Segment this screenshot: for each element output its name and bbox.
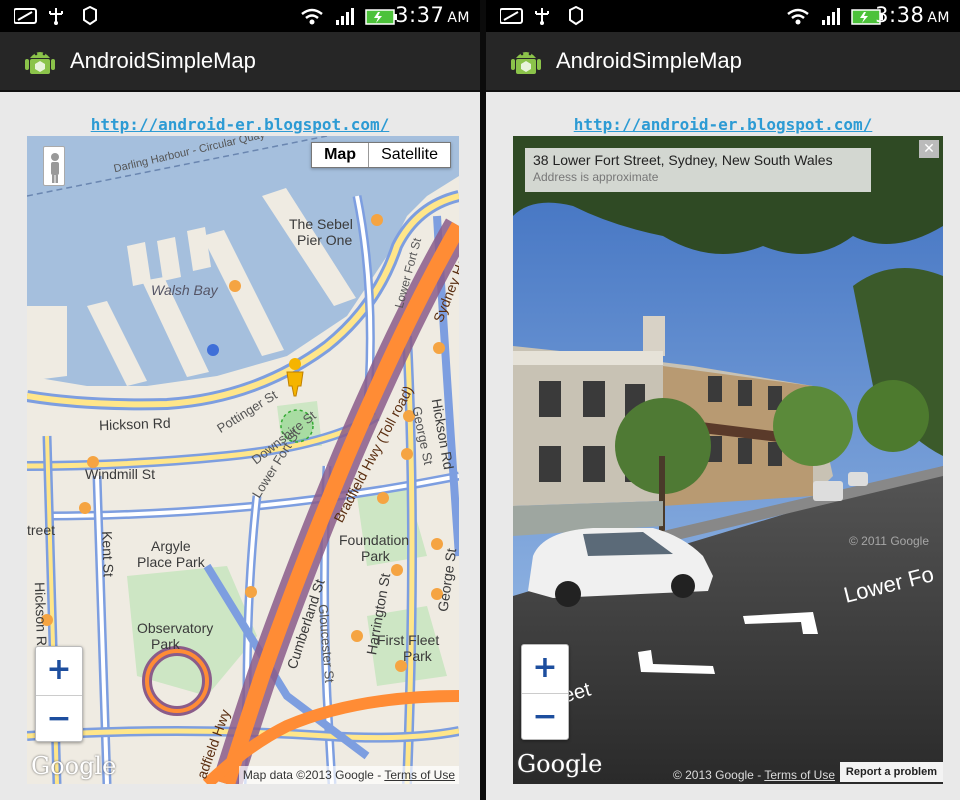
- android-app-icon: [511, 52, 541, 74]
- report-problem-button[interactable]: Report a problem: [839, 762, 943, 782]
- street-view-attribution: © 2013 Google - Terms of Use: [672, 768, 835, 782]
- left-phone-screen: 3:37 AM AndroidSimpleMap http://android-e…: [0, 0, 480, 800]
- map-label: Park: [361, 548, 390, 564]
- status-bar: 3:38 AM: [486, 0, 960, 32]
- map-canvas: [27, 136, 459, 784]
- android-app-icon: [25, 52, 55, 74]
- app-title: AndroidSimpleMap: [556, 48, 742, 73]
- map-label: Windmill St: [85, 466, 156, 482]
- map-type-map-button[interactable]: Map: [312, 143, 370, 167]
- map-label: Observatory: [137, 620, 214, 636]
- map-label: Hickson R: [31, 581, 51, 647]
- map-label: The Sebel: [289, 216, 353, 232]
- status-system-icons: [787, 8, 883, 25]
- address-text: 38 Lower Fort Street, Sydney, New South …: [533, 152, 833, 168]
- status-clock: 3:38 AM: [875, 3, 950, 27]
- map-label: First Fleet: [377, 632, 440, 648]
- status-bar: 3:37 AM: [0, 0, 480, 32]
- map-label: Park: [403, 648, 432, 664]
- blog-link[interactable]: http://android-er.blogspot.com/: [0, 115, 480, 134]
- street-view[interactable]: Lower Fo eet © 2011 Google 38 Lower Fort…: [513, 136, 943, 784]
- pegman-icon: [51, 153, 59, 183]
- map-label: treet: [27, 522, 56, 538]
- map-type-satellite-button[interactable]: Satellite: [369, 143, 450, 167]
- status-system-icons: [301, 8, 397, 25]
- map-label: Pier One: [297, 232, 353, 248]
- close-street-view-button[interactable]: ✕: [919, 140, 939, 158]
- pegman-street-view-button[interactable]: [43, 146, 65, 186]
- map-attribution: Map data ©2013 Google - Terms of Use: [238, 766, 459, 784]
- google-logo: Google: [31, 752, 117, 780]
- terms-of-use-link[interactable]: Terms of Use: [384, 768, 455, 782]
- zoom-out-button[interactable]: −: [36, 695, 82, 743]
- map-label: Hickson Rd: [98, 414, 171, 434]
- app-title: AndroidSimpleMap: [70, 48, 256, 73]
- map-type-control: Map Satellite: [311, 142, 451, 168]
- google-logo: Google: [517, 750, 603, 778]
- right-phone-screen: 3:38 AM AndroidSimpleMap http://android-e…: [486, 0, 960, 800]
- terms-of-use-link[interactable]: Terms of Use: [764, 768, 835, 782]
- zoom-out-button[interactable]: −: [522, 693, 568, 741]
- map-label: Park: [151, 636, 180, 652]
- status-clock: 3:37 AM: [395, 3, 470, 27]
- action-bar: AndroidSimpleMap: [0, 32, 480, 92]
- zoom-controls: + −: [35, 646, 83, 742]
- zoom-controls: + −: [521, 644, 569, 740]
- map-label: Kent St: [99, 530, 117, 578]
- status-notification-icons: [500, 6, 583, 26]
- watermark: © 2011 Google: [849, 534, 930, 548]
- action-bar: AndroidSimpleMap: [486, 32, 960, 92]
- map-label: Foundation: [339, 532, 410, 548]
- map-view[interactable]: Map Satellite Darling Harbour - Circular…: [27, 136, 459, 784]
- map-label: Walsh Bay: [151, 282, 218, 298]
- address-panel: 38 Lower Fort Street, Sydney, New South …: [525, 148, 871, 192]
- status-notification-icons: [14, 6, 97, 26]
- blog-link[interactable]: http://android-er.blogspot.com/: [486, 115, 960, 134]
- zoom-in-button[interactable]: +: [522, 645, 568, 693]
- address-note: Address is approximate: [533, 170, 659, 184]
- zoom-in-button[interactable]: +: [36, 647, 82, 695]
- map-label: Place Park: [137, 554, 205, 570]
- map-label: Argyle: [151, 538, 191, 554]
